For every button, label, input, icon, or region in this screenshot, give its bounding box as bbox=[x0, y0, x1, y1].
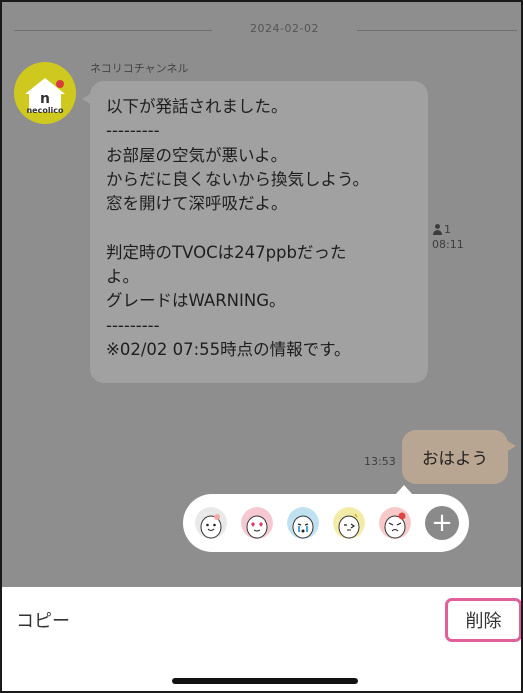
reaction-picker: + bbox=[183, 485, 469, 552]
sender-avatar[interactable]: n necolico bbox=[14, 62, 76, 124]
message-line: 窓を開けて深呼吸だよ。 bbox=[106, 194, 288, 214]
outgoing-message-text: おはよう bbox=[422, 449, 488, 468]
incoming-time: 08:11 bbox=[432, 238, 464, 251]
message-line: よ。 bbox=[106, 267, 139, 287]
message-line: --------- bbox=[106, 121, 160, 141]
message-line: お部屋の空気が悪いよ。 bbox=[106, 145, 288, 165]
date-separator: 2024-02-02 bbox=[2, 20, 521, 40]
svg-text:n: n bbox=[40, 91, 50, 107]
message-line: 以下が発話されました。 bbox=[106, 97, 288, 116]
message-line: ※02/02 07:55時点の情報です。 bbox=[106, 339, 351, 359]
outgoing-message-bubble[interactable]: おはよう bbox=[402, 430, 516, 484]
date-line-left bbox=[14, 30, 212, 31]
read-receipt: 1 08:11 bbox=[432, 222, 464, 252]
message-action-bar: コピー bbox=[2, 587, 521, 691]
avatar-logo-text: necolico bbox=[26, 106, 64, 115]
home-indicator[interactable] bbox=[172, 678, 358, 684]
date-line-right bbox=[357, 30, 517, 31]
message-line: からだに良くないから換気しよう。 bbox=[106, 169, 370, 189]
screen-frame: 2024-02-02 n necolico ネコリコチャンネル 以下が発話されま… bbox=[0, 0, 523, 693]
date-separator-text: 2024-02-02 bbox=[250, 22, 319, 35]
add-reaction-button[interactable]: + bbox=[425, 506, 459, 540]
person-icon bbox=[432, 224, 443, 235]
incoming-message-bubble[interactable]: 以下が発話されました。 --------- お部屋の空気が悪いよ。 からだに良く… bbox=[82, 81, 428, 383]
delete-button[interactable]: 削除 bbox=[445, 598, 521, 642]
sticker-heart-eyes-icon[interactable] bbox=[241, 507, 273, 539]
message-line bbox=[106, 216, 412, 240]
sticker-cry-icon[interactable] bbox=[287, 507, 319, 539]
sticker-smile-icon[interactable] bbox=[195, 507, 227, 539]
sticker-angry-icon[interactable] bbox=[379, 507, 411, 539]
sticker-wink-icon[interactable] bbox=[333, 507, 365, 539]
read-count: 1 bbox=[444, 223, 451, 236]
copy-button[interactable]: コピー bbox=[16, 607, 70, 633]
outgoing-time: 13:53 bbox=[364, 455, 396, 468]
chat-area: 2024-02-02 n necolico ネコリコチャンネル 以下が発話されま… bbox=[2, 2, 521, 587]
message-line: 判定時のTVOCは247ppbだった bbox=[106, 242, 347, 262]
message-line: --------- bbox=[106, 315, 160, 335]
message-line: グレードはWARNING。 bbox=[106, 291, 286, 311]
sender-name: ネコリコチャンネル bbox=[90, 62, 189, 75]
